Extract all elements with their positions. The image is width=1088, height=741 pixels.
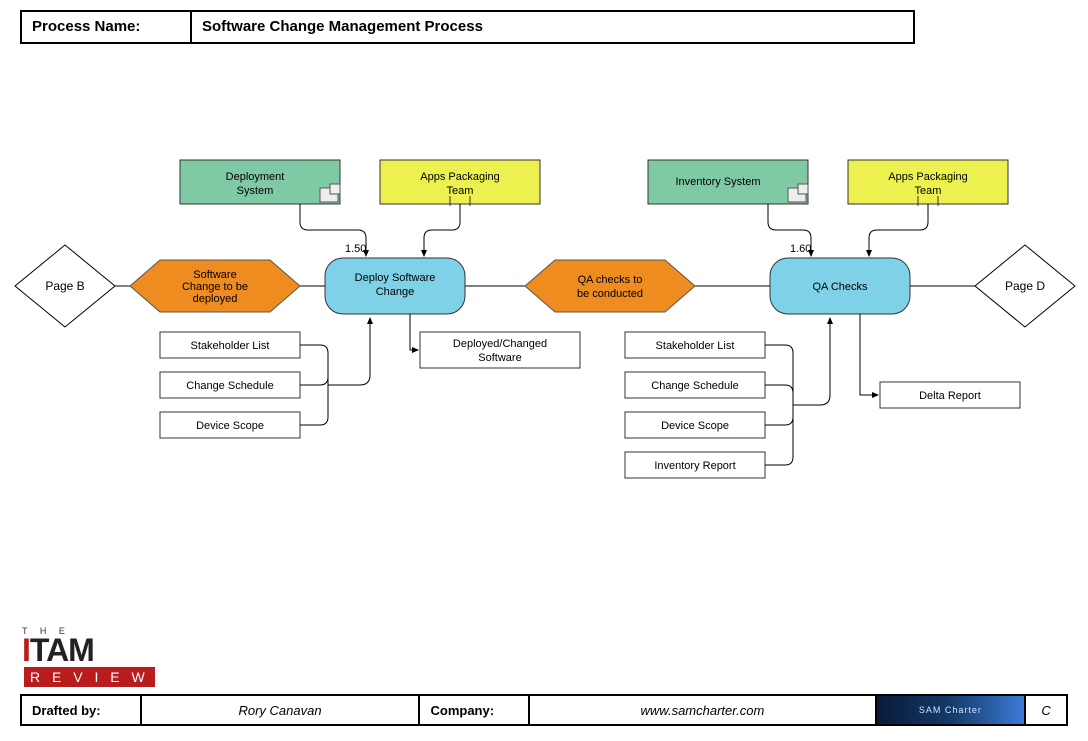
svg-text:Software: Software [478,352,521,364]
page-b-connector: Page B [15,245,115,327]
svg-text:Change to be: Change to be [182,281,248,293]
svg-text:Change Schedule: Change Schedule [186,380,273,392]
svg-text:Apps Packaging: Apps Packaging [888,171,968,183]
svg-text:Deployed/Changed: Deployed/Changed [453,338,547,350]
footer-drafted-value: Rory Canavan [142,696,421,724]
svg-text:Apps Packaging: Apps Packaging [420,171,500,183]
output-deployed-changed-software: Deployed/Changed Software [420,332,580,368]
input-device-scope-right: Device Scope [625,412,765,438]
footer-company-value: www.samcharter.com [530,696,877,724]
svg-text:Page D: Page D [1005,279,1045,293]
step-deploy-software-change: 1.50 Deploy Software Change [325,243,465,314]
hex-software-change-deployed: Software Change to be deployed [130,260,300,312]
svg-text:Inventory Report: Inventory Report [654,460,735,472]
svg-text:deployed: deployed [193,293,238,305]
svg-text:1.60: 1.60 [790,243,811,255]
hex-qa-checks-conducted: QA checks to be conducted [525,260,695,312]
svg-text:System: System [237,185,274,197]
svg-text:be conducted: be conducted [577,288,643,300]
svg-text:Inventory System: Inventory System [676,176,761,188]
input-stakeholder-list-left: Stakeholder List [160,332,300,358]
input-device-scope-left: Device Scope [160,412,300,438]
deployment-system-box: Deployment System [180,160,340,204]
apps-packaging-team-1-box: Apps Packaging Team [380,160,540,206]
footer-page: C [1026,696,1066,724]
svg-text:Device Scope: Device Scope [196,420,264,432]
input-inventory-report-right: Inventory Report [625,452,765,478]
svg-text:1.50: 1.50 [345,243,366,255]
svg-text:Deploy Software: Deploy Software [355,272,436,284]
svg-text:Device Scope: Device Scope [661,420,729,432]
footer-bar: Drafted by: Rory Canavan Company: www.sa… [20,694,1068,726]
footer-sam-charter-logo: SAM Charter [877,696,1026,724]
svg-text:Stakeholder List: Stakeholder List [656,340,735,352]
itam-review-logo: T H E ITAM R E V I E W [22,626,192,686]
footer-company-label: Company: [420,696,530,724]
apps-packaging-team-2-box: Apps Packaging Team [848,160,1008,206]
svg-text:Deployment: Deployment [226,171,285,183]
svg-text:Change: Change [376,286,415,298]
svg-text:QA checks to: QA checks to [578,274,643,286]
footer-drafted-label: Drafted by: [22,696,142,724]
svg-text:Software: Software [193,269,236,281]
svg-text:Page B: Page B [45,279,84,293]
svg-text:Team: Team [447,185,474,197]
input-change-schedule-left: Change Schedule [160,372,300,398]
svg-text:Change Schedule: Change Schedule [651,380,738,392]
svg-text:QA Checks: QA Checks [812,281,868,293]
svg-text:Stakeholder List: Stakeholder List [191,340,270,352]
input-stakeholder-list-right: Stakeholder List [625,332,765,358]
svg-text:Team: Team [915,185,942,197]
output-delta-report: Delta Report [880,382,1020,408]
step-qa-checks: 1.60 QA Checks [770,243,910,314]
svg-text:Delta Report: Delta Report [919,390,981,402]
inventory-system-box: Inventory System [648,160,808,204]
page-d-connector: Page D [975,245,1075,327]
input-change-schedule-right: Change Schedule [625,372,765,398]
